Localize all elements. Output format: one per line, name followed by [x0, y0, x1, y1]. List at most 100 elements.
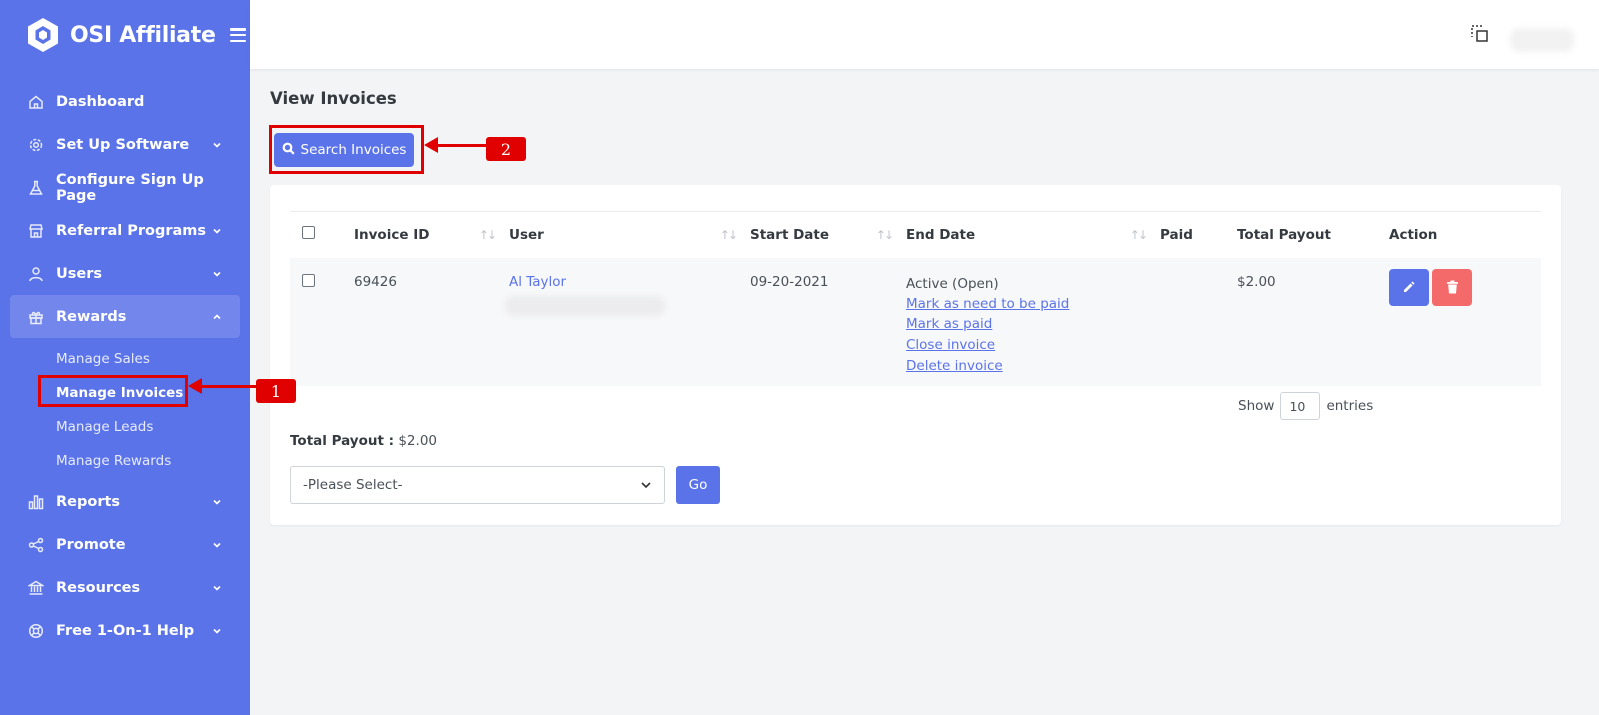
total-payout-summary: Total Payout : $2.00: [290, 433, 437, 449]
column-header-label: User: [509, 226, 544, 243]
brand-name: OSI Affiliate: [70, 22, 216, 48]
select-all-checkbox[interactable]: [302, 226, 315, 240]
sidebar-subitem-manage-rewards[interactable]: Manage Rewards: [0, 444, 250, 478]
action-cell: [1389, 258, 1541, 386]
paid-cell: [1160, 258, 1237, 386]
user-menu-avatar[interactable]: [1510, 28, 1574, 52]
sidebar-item-label: Free 1-On-1 Help: [56, 622, 195, 639]
sidebar-item-reports[interactable]: Reports: [0, 480, 250, 523]
user-cell: Al Taylor: [505, 258, 750, 386]
share-icon: [27, 536, 45, 554]
select-all-cell: [290, 212, 354, 258]
sort-icon[interactable]: ↑↓: [1130, 228, 1148, 242]
annotation-arrow-line: [436, 144, 486, 147]
invoices-card: Invoice ID ↑↓ User ↑↓ Start Date ↑↓ End Dat…: [270, 185, 1561, 525]
sidebar-item-configure-sign-up-page[interactable]: Configure Sign Up Page: [0, 166, 250, 209]
topbar: [250, 0, 1599, 69]
sidebar-nav: Dashboard Set Up Software Configure Sign…: [0, 80, 250, 652]
rewards-submenu: Manage Sales Manage Invoices Manage Lead…: [0, 338, 250, 480]
go-button[interactable]: Go: [676, 466, 720, 504]
chevron-down-icon: [640, 479, 652, 495]
column-header-label: Start Date: [750, 226, 830, 243]
column-header-start-date[interactable]: Start Date ↑↓: [750, 212, 906, 258]
sidebar-item-free-help[interactable]: Free 1-On-1 Help: [0, 609, 250, 652]
sidebar-item-users[interactable]: Users: [0, 252, 250, 295]
bar-chart-icon: [27, 493, 45, 511]
entries-label: entries: [1326, 398, 1374, 414]
sidebar-item-label: Configure Sign Up Page: [56, 171, 204, 204]
sort-icon[interactable]: ↑↓: [876, 228, 894, 242]
annotation-highlight-search-invoices: [269, 125, 424, 174]
store-icon: [27, 222, 45, 240]
brand: OSI Affiliate: [0, 0, 250, 70]
flask-icon: [27, 179, 45, 197]
user-email-redacted: [505, 295, 665, 316]
gear-icon: [27, 136, 45, 154]
gift-icon: [27, 308, 45, 326]
total-payout-label: Total Payout :: [290, 433, 395, 449]
annotation-step-2-badge: 2: [486, 137, 526, 161]
row-checkbox[interactable]: [302, 273, 315, 287]
column-header-label: End Date: [906, 226, 976, 243]
sidebar-item-label: Rewards: [56, 308, 127, 325]
sidebar-item-set-up-software[interactable]: Set Up Software: [0, 123, 250, 166]
sidebar-item-label: Dashboard: [56, 93, 145, 110]
chevron-down-icon: [212, 140, 222, 150]
column-header-total-payout: Total Payout: [1237, 226, 1331, 243]
column-header-invoice-id[interactable]: Invoice ID ↑↓: [354, 212, 509, 258]
chevron-down-icon: [212, 540, 222, 550]
close-invoice-link[interactable]: Close invoice: [906, 335, 1160, 356]
fullscreen-icon[interactable]: [1470, 24, 1490, 44]
column-header-end-date[interactable]: End Date ↑↓: [906, 212, 1160, 258]
chevron-down-icon: [212, 626, 222, 636]
bulk-action-select[interactable]: -Please Select-: [290, 466, 665, 504]
chevron-down-icon: [212, 583, 222, 593]
sidebar-item-dashboard[interactable]: Dashboard: [0, 80, 250, 123]
menu-toggle-icon[interactable]: [229, 28, 246, 42]
column-header-action: Action: [1389, 226, 1438, 243]
annotation-arrow-line: [200, 385, 256, 388]
sidebar-subitem-manage-sales[interactable]: Manage Sales: [0, 342, 250, 376]
show-label: Show: [1238, 398, 1275, 414]
annotation-step-1-badge: 1: [256, 379, 296, 403]
sidebar-item-referral-programs[interactable]: Referral Programs: [0, 209, 250, 252]
sidebar-item-label: Reports: [56, 493, 121, 510]
show-entries: Show entries: [1238, 392, 1373, 420]
table-header-row: Invoice ID ↑↓ User ↑↓ Start Date ↑↓ End Dat…: [290, 211, 1541, 258]
entries-count-input[interactable]: [1280, 392, 1321, 420]
home-icon: [27, 93, 45, 111]
sidebar-item-resources[interactable]: Resources: [0, 566, 250, 609]
user-icon: [27, 265, 45, 283]
column-header-label: Invoice ID: [354, 226, 430, 243]
sidebar: OSI Affiliate Dashboard Set Up Software …: [0, 0, 250, 715]
delete-invoice-link[interactable]: Delete invoice: [906, 356, 1160, 377]
brand-logo-icon[interactable]: [24, 16, 62, 54]
sidebar-subitem-manage-leads[interactable]: Manage Leads: [0, 410, 250, 444]
mark-need-to-be-paid-link[interactable]: Mark as need to be paid: [906, 294, 1160, 315]
start-date-cell: 09-20-2021: [750, 273, 829, 290]
total-payout-value: $2.00: [398, 433, 437, 449]
sort-icon[interactable]: ↑↓: [720, 228, 738, 242]
delete-button[interactable]: [1432, 268, 1472, 306]
sidebar-item-rewards[interactable]: Rewards: [10, 295, 240, 338]
pencil-icon: [1404, 281, 1415, 292]
mark-as-paid-link[interactable]: Mark as paid: [906, 314, 1160, 335]
sort-icon[interactable]: ↑↓: [479, 228, 497, 242]
bank-icon: [27, 579, 45, 597]
column-header-paid: Paid: [1160, 226, 1193, 243]
invoices-table: Invoice ID ↑↓ User ↑↓ Start Date ↑↓ End Dat…: [290, 211, 1541, 386]
trash-icon: [1446, 280, 1458, 294]
total-payout-cell: $2.00: [1237, 273, 1276, 290]
invoice-id-cell: 69426: [354, 273, 397, 290]
chevron-down-icon: [212, 269, 222, 279]
sidebar-item-label: Referral Programs: [56, 222, 207, 239]
edit-button[interactable]: [1389, 268, 1429, 306]
sidebar-item-promote[interactable]: Promote: [0, 523, 250, 566]
user-link[interactable]: Al Taylor: [509, 274, 566, 290]
sidebar-item-label: Resources: [56, 579, 141, 596]
chevron-down-icon: [212, 226, 222, 236]
lifebuoy-icon: [27, 622, 45, 640]
sidebar-item-label: Users: [56, 265, 103, 282]
sidebar-item-label: Promote: [56, 536, 126, 553]
column-header-user[interactable]: User ↑↓: [509, 212, 750, 258]
